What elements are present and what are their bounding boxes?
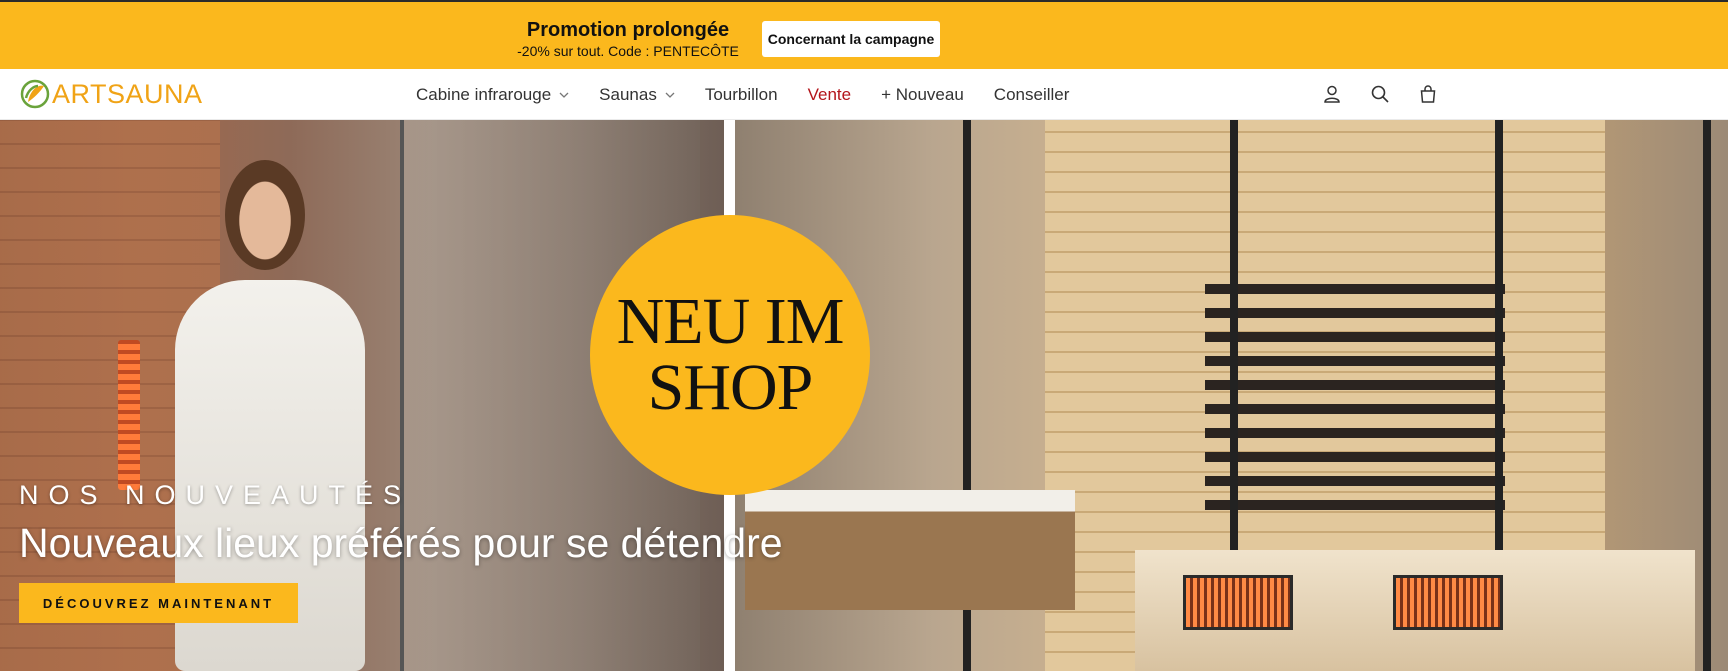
badge-line-2: SHOP	[647, 351, 814, 424]
site-header: ARTSAUNA Cabine infrarouge Saunas Tourbi…	[0, 69, 1728, 120]
nav-item-whirlpool[interactable]: Tourbillon	[705, 85, 778, 105]
nav-item-label: Cabine infrarouge	[416, 84, 552, 104]
chevron-down-icon	[665, 92, 675, 98]
nav-item-label: + Nouveau	[881, 84, 964, 104]
logo-text: ARTSAUNA	[52, 79, 203, 109]
promo-subtitle: -20% sur tout. Code : PENTECÔTE	[517, 43, 739, 59]
nav-item-label: Conseiller	[993, 84, 1070, 104]
hero-image-sauna-bathroom	[735, 120, 1728, 671]
campaign-button[interactable]: Concernant la campagne	[762, 21, 940, 57]
new-in-shop-badge: NEU IM SHOP	[590, 215, 870, 495]
logo[interactable]: ARTSAUNA	[20, 77, 203, 111]
hero-eyebrow: NOS NOUVEAUTÉS	[19, 480, 412, 510]
header-icons	[1320, 82, 1440, 106]
promo-text: Promotion prolongée -20% sur tout. Code …	[478, 18, 778, 60]
chevron-down-icon	[559, 92, 569, 98]
discover-now-button[interactable]: DÉCOUVREZ MAINTENANT	[19, 583, 298, 623]
promo-bar: Promotion prolongée -20% sur tout. Code …	[0, 0, 1728, 69]
logo-leaf-icon	[20, 79, 50, 109]
search-icon[interactable]	[1368, 82, 1392, 106]
promo-title: Promotion prolongée	[526, 19, 730, 41]
nav-item-infrared-cabin[interactable]: Cabine infrarouge	[416, 85, 569, 105]
main-nav: Cabine infrarouge Saunas Tourbillon Vent…	[416, 69, 1099, 120]
nav-item-advisor[interactable]: Conseiller	[994, 85, 1070, 105]
nav-item-saunas[interactable]: Saunas	[599, 85, 675, 105]
nav-item-label: Saunas	[599, 84, 657, 104]
hero-title: Nouveaux lieux préférés pour se détendre	[19, 520, 783, 566]
nav-item-label: Tourbillon	[704, 84, 778, 104]
nav-item-sale[interactable]: Vente	[808, 85, 852, 105]
hero-banner: NEU IM SHOP NOS NOUVEAUTÉS Nouveaux lieu…	[0, 120, 1728, 671]
user-icon[interactable]	[1320, 82, 1344, 106]
badge-line-1: NEU IM	[616, 285, 845, 358]
nav-item-label: Vente	[807, 84, 852, 104]
cart-icon[interactable]	[1416, 82, 1440, 106]
nav-item-new[interactable]: + Nouveau	[881, 85, 964, 105]
